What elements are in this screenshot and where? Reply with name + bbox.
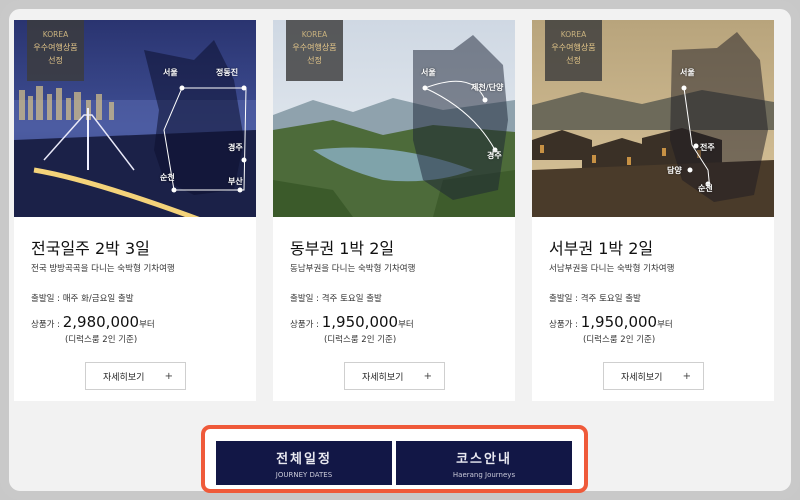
tour-photo-east: KOREA 우수여행상품 선정 서울 제천/단양 경주 (273, 20, 515, 217)
price-unit: 부터 (657, 320, 673, 330)
journey-dates-sublabel: JOURNEY DATES (275, 471, 333, 479)
card-subtitle: 동남부권을 다니는 숙박형 기차여행 (290, 264, 416, 274)
map-label: 서울 (421, 68, 436, 77)
tour-photo-west: KOREA 우수여행상품 선정 서울 전주 담양 순천 (532, 20, 774, 217)
map-label: 서울 (163, 68, 178, 77)
map-label: 담양 (667, 166, 682, 175)
award-badge: KOREA 우수여행상품 선정 (545, 20, 602, 81)
view-details-label: 자세히보기 (103, 372, 145, 383)
price-row: 상품가 : 2,980,000부터 (31, 312, 155, 331)
view-details-label: 자세히보기 (362, 372, 404, 383)
map-label: 경주 (487, 151, 502, 160)
course-guide-sublabel: Haerang Journeys (452, 471, 516, 479)
card-title: 동부권 1박 2일 (290, 239, 395, 258)
map-label: 전주 (700, 143, 715, 152)
price-unit: 부터 (139, 320, 155, 330)
view-details-button[interactable]: 자세히보기 + (603, 362, 704, 390)
tour-card-nationwide[interactable]: KOREA 우수여행상품 선정 서울 정동진 경주 부산 순천 전국일주 2박 … (14, 20, 256, 401)
price-note: (디럭스룸 2인 기준) (65, 335, 138, 345)
price-row: 상품가 : 1,950,000부터 (549, 312, 673, 331)
journey-dates-button[interactable]: 전체일정 JOURNEY DATES (216, 441, 392, 485)
departure-info: 출발일 : 격주 토요일 출발 (290, 294, 382, 304)
award-badge: KOREA 우수여행상품 선정 (286, 20, 343, 81)
price-note: (디럭스룸 2인 기준) (324, 335, 397, 345)
card-subtitle: 전국 방방곡곡을 다니는 숙박형 기차여행 (31, 264, 175, 274)
price-label: 상품가 : (549, 320, 581, 330)
award-badge: KOREA 우수여행상품 선정 (27, 20, 84, 81)
tour-photo-nationwide: KOREA 우수여행상품 선정 서울 정동진 경주 부산 순천 (14, 20, 256, 217)
price-value: 2,980,000 (62, 313, 140, 331)
price-value: 1,950,000 (321, 313, 399, 331)
view-details-button[interactable]: 자세히보기 + (85, 362, 186, 390)
card-title: 서부권 1박 2일 (549, 239, 654, 258)
map-label: 서울 (680, 68, 695, 77)
plus-icon: + (423, 370, 432, 382)
price-unit: 부터 (398, 320, 414, 330)
card-subtitle: 서남부권을 다니는 숙박형 기차여행 (549, 264, 675, 274)
plus-icon: + (682, 370, 691, 382)
price-label: 상품가 : (31, 320, 63, 330)
card-title: 전국일주 2박 3일 (31, 239, 150, 258)
map-label: 순천 (698, 184, 713, 193)
departure-info: 출발일 : 매주 화/금요일 출발 (31, 294, 134, 304)
view-details-label: 자세히보기 (621, 372, 663, 383)
price-label: 상품가 : (290, 320, 322, 330)
map-label: 제천/단양 (471, 83, 504, 92)
journey-dates-label: 전체일정 (276, 452, 332, 467)
departure-info: 출발일 : 격주 토요일 출발 (549, 294, 641, 304)
course-guide-label: 코스안내 (456, 452, 512, 467)
tour-card-east[interactable]: KOREA 우수여행상품 선정 서울 제천/단양 경주 동부권 1박 2일 동남… (273, 20, 515, 401)
map-label: 부산 (228, 177, 243, 186)
price-row: 상품가 : 1,950,000부터 (290, 312, 414, 331)
map-label: 순천 (160, 173, 175, 182)
price-note: (디럭스룸 2인 기준) (583, 335, 656, 345)
course-guide-button[interactable]: 코스안내 Haerang Journeys (396, 441, 572, 485)
plus-icon: + (164, 370, 173, 382)
map-label: 정동진 (216, 68, 239, 77)
price-value: 1,950,000 (580, 313, 658, 331)
map-label: 경주 (228, 143, 243, 152)
view-details-button[interactable]: 자세히보기 + (344, 362, 445, 390)
tour-card-west[interactable]: KOREA 우수여행상품 선정 서울 전주 담양 순천 서부권 1박 2일 서남… (532, 20, 774, 401)
